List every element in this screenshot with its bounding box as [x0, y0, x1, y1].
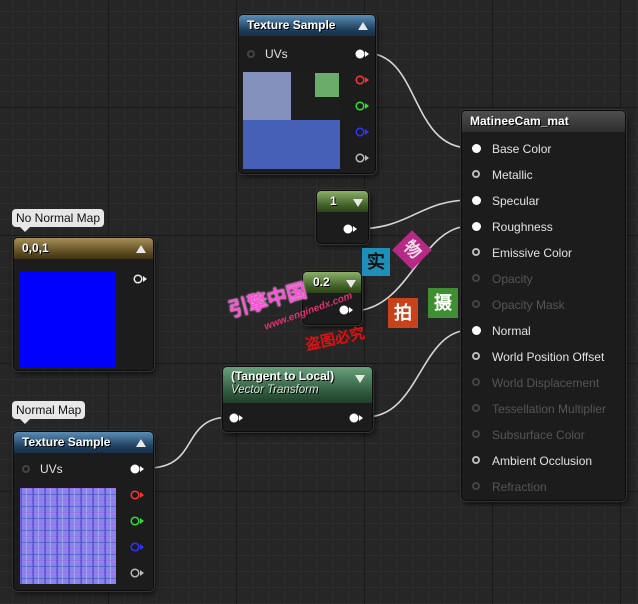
material-input-label: World Displacement [492, 376, 600, 390]
node-title: 0,0,1 [22, 241, 49, 255]
node-title: 1 [330, 194, 337, 208]
collapse-arrow-icon[interactable] [136, 245, 146, 253]
wire-normal-in [147, 416, 231, 469]
node-header: Texture Sample [239, 15, 375, 36]
blue-output-pin[interactable] [130, 542, 144, 552]
texture-sample-node-top[interactable]: Texture Sample UVs [238, 14, 376, 174]
material-input-label: Emissive Color [492, 246, 573, 260]
material-input-pin [472, 378, 480, 386]
material-input-label: Opacity [492, 272, 533, 286]
vector-transform-node[interactable]: (Tangent to Local) Vector Transform [222, 366, 373, 432]
node-header: (Tangent to Local) Vector Transform [223, 367, 372, 403]
comment-bubble-normal-map[interactable]: Normal Map [12, 401, 86, 424]
rgb-output-pin[interactable] [355, 49, 369, 59]
red-output-pin[interactable] [355, 75, 369, 85]
material-input-label: Metallic [492, 168, 533, 182]
constant-vector-node[interactable]: 0,0,1 [13, 237, 154, 371]
material-input-pin[interactable] [472, 144, 481, 153]
node-title: Texture Sample [22, 435, 111, 449]
wire-normal-out [365, 329, 471, 418]
material-input-label: World Position Offset [492, 350, 605, 364]
node-title: (Tangent to Local) [231, 369, 335, 383]
blue-output-pin[interactable] [355, 127, 369, 137]
material-input-label: Base Color [492, 142, 552, 156]
collapse-arrow-icon[interactable] [136, 439, 146, 447]
wire-basecolor [365, 52, 471, 149]
node-header: MatineeCam_mat [462, 111, 625, 132]
vector-output-pin[interactable] [133, 274, 147, 284]
material-input-pin [472, 404, 480, 412]
material-input-label: Subsurface Color [492, 428, 585, 442]
material-input-label: Refraction [492, 480, 547, 494]
material-input-pin[interactable] [472, 248, 480, 256]
texture-sample-node-bottom[interactable]: Texture Sample UVs [13, 431, 154, 591]
material-input-label: Normal [492, 324, 531, 338]
material-input-label: Tessellation Multiplier [492, 402, 607, 416]
node-header: 0,0,1 [14, 238, 153, 259]
green-output-pin[interactable] [130, 516, 144, 526]
uvs-label: UVs [265, 47, 288, 61]
comment-bubble-no-normal[interactable]: No Normal Map [12, 209, 105, 232]
uvs-label: UVs [40, 462, 63, 476]
material-input-pin [472, 300, 480, 308]
uvs-input-pin[interactable] [22, 465, 30, 473]
comment-text: Normal Map [16, 403, 82, 417]
rgb-output-pin[interactable] [130, 464, 144, 474]
material-input-label: Specular [492, 194, 540, 208]
material-input-pin[interactable] [472, 196, 481, 205]
material-input-pin[interactable] [472, 456, 480, 464]
vector-output-pin[interactable] [349, 413, 363, 423]
comment-text: No Normal Map [16, 211, 101, 225]
material-input-pin[interactable] [472, 326, 481, 335]
expand-arrow-icon[interactable] [355, 375, 365, 383]
node-title: MatineeCam_mat [470, 114, 569, 128]
material-input-label: Opacity Mask [492, 298, 565, 312]
node-header: 0.2 [303, 272, 361, 293]
wire-specular [355, 199, 471, 230]
alpha-output-pin[interactable] [130, 568, 144, 578]
color-swatch-preview [20, 271, 116, 367]
material-input-pin [472, 430, 480, 438]
scalar-output-pin[interactable] [343, 224, 357, 234]
green-output-pin[interactable] [355, 101, 369, 111]
material-input-pin [472, 482, 480, 490]
material-input-label: Roughness [492, 220, 553, 234]
expand-arrow-icon[interactable] [353, 199, 363, 207]
material-input-pin[interactable] [472, 222, 481, 231]
material-result-node[interactable]: MatineeCam_mat Base Color Metallic Specula… [461, 110, 626, 501]
material-input-pin[interactable] [472, 170, 480, 178]
vector-input-pin[interactable] [229, 413, 243, 423]
node-title: 0.2 [313, 275, 330, 289]
texture-preview-image [243, 72, 340, 169]
node-header: 1 [317, 191, 368, 212]
uvs-input-pin[interactable] [247, 50, 255, 58]
expand-arrow-icon[interactable] [346, 280, 356, 288]
material-input-label: Ambient Occlusion [492, 454, 593, 468]
node-subtitle: Vector Transform [231, 384, 319, 396]
normal-map-preview-image [20, 488, 116, 584]
alpha-output-pin[interactable] [355, 153, 369, 163]
scalar-output-pin[interactable] [339, 305, 353, 315]
node-title: Texture Sample [247, 18, 336, 32]
red-output-pin[interactable] [130, 490, 144, 500]
constant-one-node[interactable]: 1 [316, 190, 369, 244]
material-input-pin[interactable] [472, 352, 480, 360]
material-input-pin [472, 274, 480, 282]
collapse-arrow-icon[interactable] [358, 22, 368, 30]
node-header: Texture Sample [14, 432, 153, 453]
